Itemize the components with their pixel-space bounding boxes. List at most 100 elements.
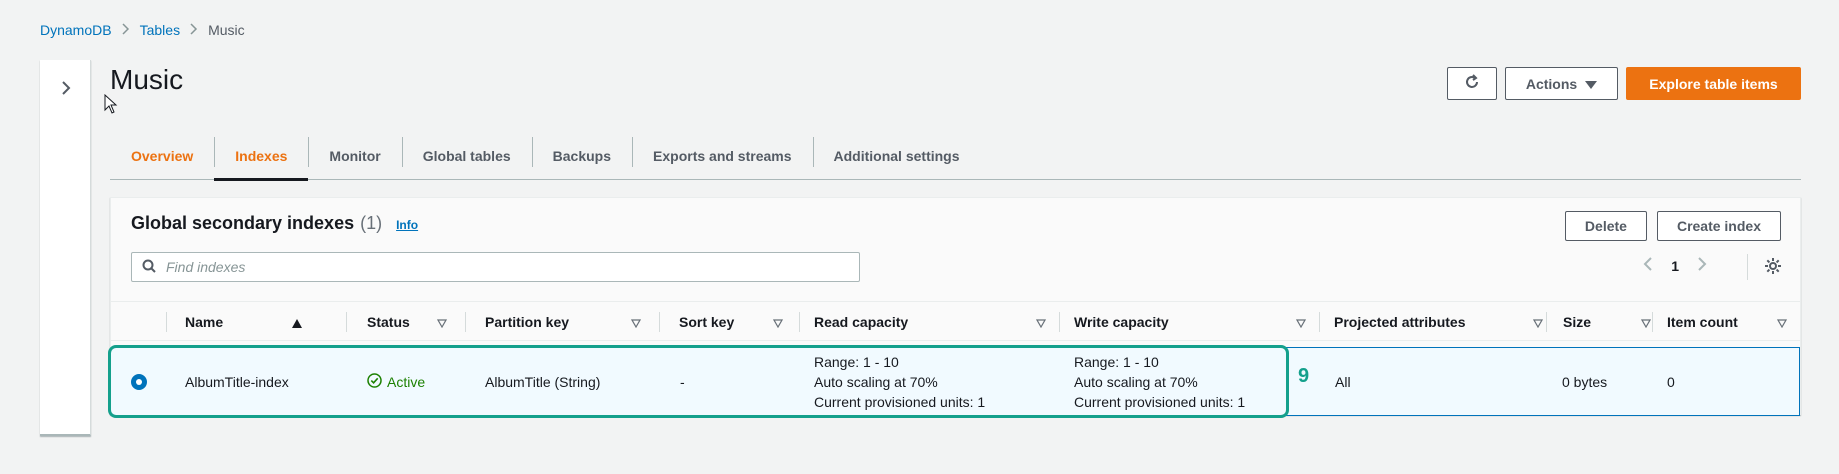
tab-label: Exports and streams [653,148,792,164]
column-label: Item count [1667,314,1738,330]
info-link[interactable]: Info [396,218,418,232]
column-header-sort-key[interactable]: Sort key [679,302,796,342]
column-label: Size [1563,314,1592,330]
global-secondary-indexes-panel: Global secondary indexes (1) Info Delete… [110,197,1801,416]
search-input[interactable] [166,259,846,275]
previous-page-button[interactable] [1643,256,1653,275]
breadcrumb-dynamodb[interactable]: DynamoDB [40,22,112,38]
explore-table-items-button[interactable]: Explore table items [1626,67,1801,100]
search-icon [142,259,156,276]
page-title: Music [110,64,184,95]
annotation-label: 9 [1298,365,1310,387]
cell-status: Active [367,348,425,415]
cell-size: 0 bytes [1562,373,1608,390]
column-header-read-capacity[interactable]: Read capacity [814,302,1059,342]
sort-ascending-icon [292,315,302,331]
column-header-size[interactable]: Size [1563,302,1664,342]
status-text: Active [387,373,426,390]
write-capacity-autoscaling: Auto scaling at 70% [1074,373,1198,390]
column-label: Name [185,314,224,330]
tab-label: Backups [552,148,612,164]
mouse-cursor-icon [104,93,118,117]
table-header: Name Status Partition key Sort key Read … [111,301,1800,341]
cell-item-count: 0 [1667,373,1675,390]
cell-read-capacity: Range: 1 - 10 Auto scaling at 70% Curren… [814,348,985,415]
column-label: Status [367,314,410,330]
breadcrumb-tables[interactable]: Tables [140,22,180,38]
tab-overview[interactable]: Overview [110,135,214,179]
cell-write-capacity: Range: 1 - 10 Auto scaling at 70% Curren… [1074,348,1245,415]
sort-icon [1532,315,1544,331]
tab-backups[interactable]: Backups [531,135,632,179]
tab-indexes[interactable]: Indexes [214,135,309,181]
sort-icon [630,315,642,331]
column-header-write-capacity[interactable]: Write capacity [1074,302,1319,342]
breadcrumb-current: Music [208,22,245,38]
index-count: (1) [360,213,383,233]
column-header-item-count[interactable]: Item count [1667,302,1800,342]
chevron-right-icon [190,22,198,38]
cell-name: AlbumTitle-index [185,373,289,390]
tab-global-tables[interactable]: Global tables [401,135,532,179]
cell-partition-key: AlbumTitle (String) [485,373,601,390]
sort-icon [436,315,448,331]
divider [1059,312,1060,332]
header-actions: Actions Explore table items [1447,67,1801,100]
divider [465,312,466,332]
breadcrumb: DynamoDB Tables Music [40,22,245,38]
divider [346,312,347,332]
tab-label: Overview [131,148,194,164]
actions-label: Actions [1525,75,1578,92]
tab-label: Monitor [329,148,381,164]
chevron-right-icon [61,80,71,99]
find-indexes-search [131,252,860,282]
divider [1546,312,1547,332]
column-label: Write capacity [1074,314,1169,330]
tab-label: Additional settings [833,148,960,164]
sort-icon [1035,315,1047,331]
refresh-button[interactable] [1447,67,1497,100]
column-label: Sort key [679,314,735,330]
sort-icon [1640,315,1652,331]
delete-index-button[interactable]: Delete [1564,211,1647,241]
column-header-status[interactable]: Status [367,302,460,342]
column-header-projected-attributes[interactable]: Projected attributes [1334,302,1556,342]
page-number[interactable]: 1 [1671,258,1679,274]
tab-monitor[interactable]: Monitor [308,135,401,179]
expand-navigation-button[interactable] [55,78,77,100]
divider [1652,312,1653,332]
sort-icon [772,315,784,331]
next-page-button[interactable] [1697,256,1707,275]
divider [799,312,800,332]
panel-actions: Delete Create index [1564,211,1781,241]
divider [166,312,167,332]
tab-label: Indexes [235,148,288,164]
cell-projected-attributes: All [1335,373,1351,390]
status-badge: Active [367,372,426,391]
divider [659,312,660,332]
refresh-icon [1464,74,1480,93]
sort-icon [1776,315,1788,331]
gear-icon[interactable] [1764,257,1782,278]
column-label: Partition key [485,314,570,330]
read-capacity-autoscaling: Auto scaling at 70% [814,373,938,390]
panel-title: Global secondary indexes [131,213,355,233]
tab-exports-and-streams[interactable]: Exports and streams [632,135,813,179]
read-capacity-provisioned: Current provisioned units: 1 [814,393,986,410]
divider [1747,254,1748,280]
column-label: Read capacity [814,314,909,330]
row-select-radio[interactable] [131,374,147,390]
side-navigation-collapsed [40,60,91,436]
check-circle-icon [367,372,382,391]
read-capacity-range: Range: 1 - 10 [814,353,899,370]
column-header-name[interactable]: Name [185,302,315,342]
divider [1319,312,1320,332]
cell-sort-key: - [680,373,685,390]
tab-label: Global tables [422,148,511,164]
create-index-button[interactable]: Create index [1656,211,1781,241]
caret-down-icon [1585,76,1598,92]
table-row[interactable]: AlbumTitle-index Active AlbumTitle (Stri… [111,347,1800,416]
actions-dropdown-button[interactable]: Actions [1505,67,1618,100]
tab-additional-settings[interactable]: Additional settings [812,135,981,179]
column-header-partition-key[interactable]: Partition key [485,302,654,342]
